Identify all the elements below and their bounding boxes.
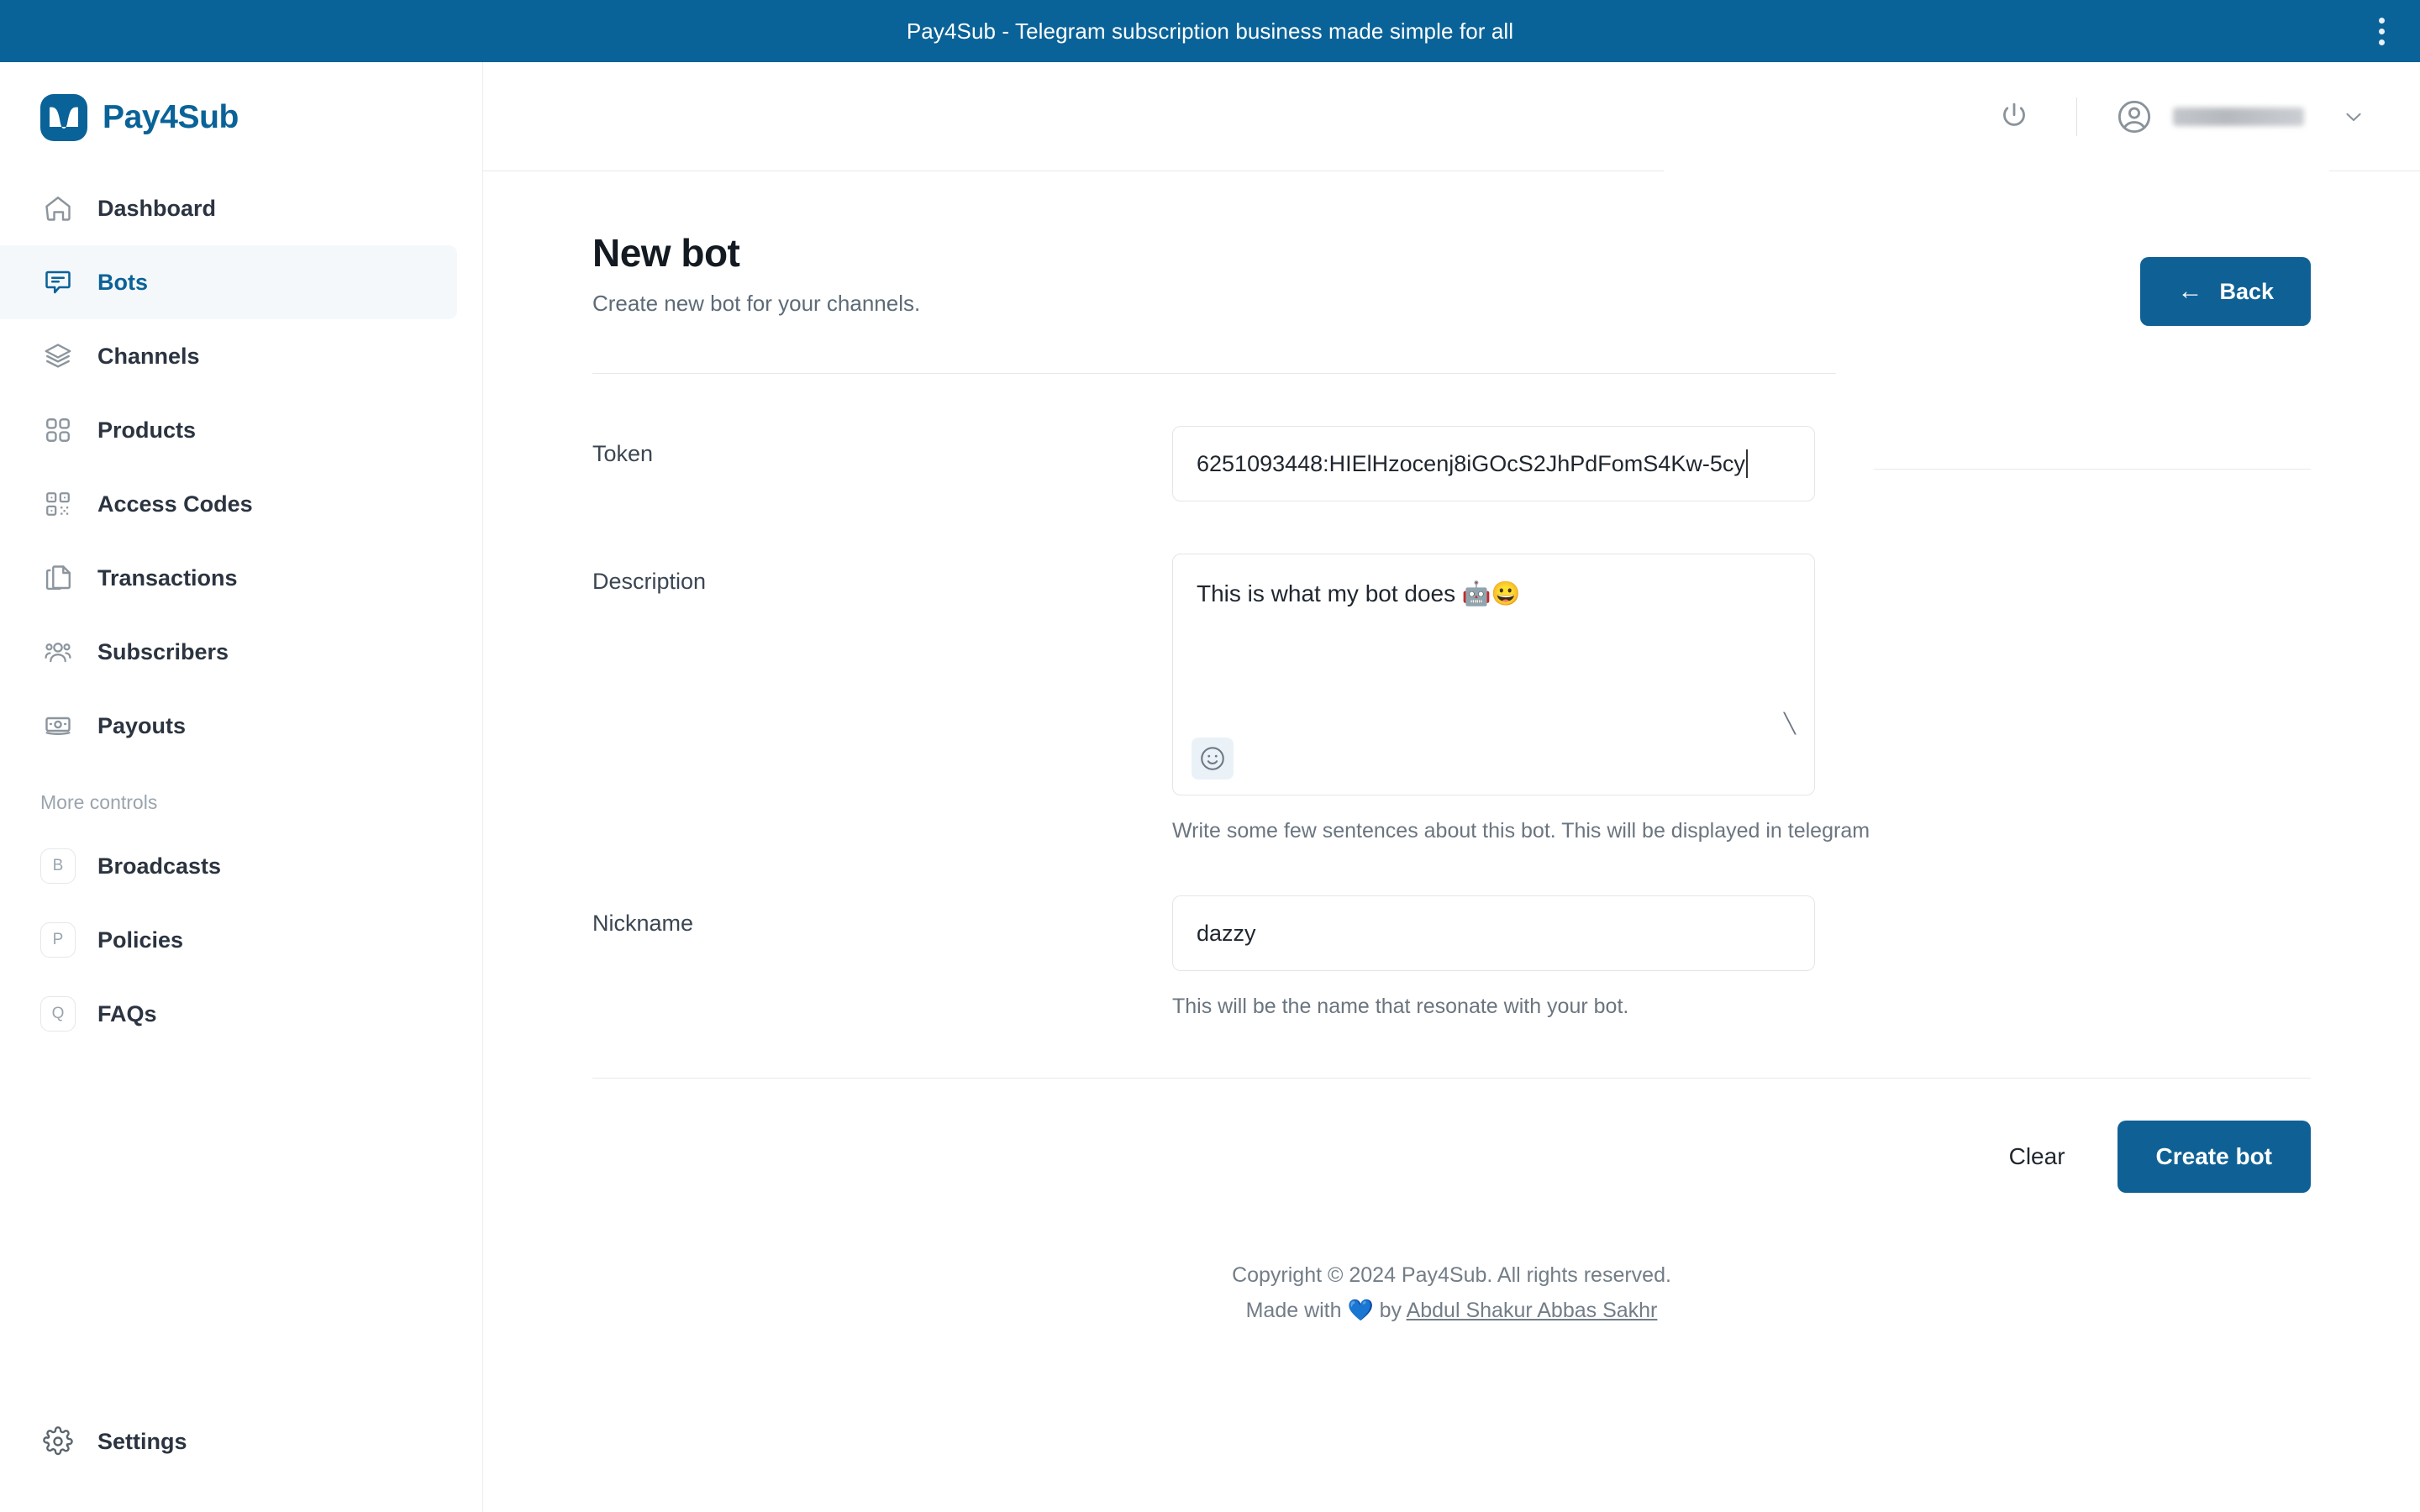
page-header: New bot Create new bot for your channels… <box>483 171 2420 326</box>
vertical-dots-icon[interactable] <box>2365 13 2398 50</box>
power-icon[interactable] <box>1987 90 2041 144</box>
broadcast-badge-icon: B <box>40 848 76 884</box>
nickname-label: Nickname <box>592 911 694 936</box>
sidebar-item-policies[interactable]: P Policies <box>0 903 457 977</box>
sidebar-item-bots[interactable]: Bots <box>0 245 457 319</box>
sidebar-item-settings[interactable]: Settings <box>0 1404 457 1478</box>
heart-icon: 💙 <box>1347 1299 1374 1322</box>
chevron-down-icon <box>2338 101 2370 133</box>
footer-copyright: Copyright © 2024 Pay4Sub. All rights res… <box>1232 1263 1671 1287</box>
banknote-icon <box>40 708 76 743</box>
main-content: New bot Create new bot for your channels… <box>483 171 2420 1512</box>
sidebar-item-subscribers[interactable]: Subscribers <box>0 615 457 689</box>
policies-badge-icon: P <box>40 922 76 958</box>
footer-made-with-prefix: Made with <box>1245 1299 1342 1322</box>
sidebar-item-broadcasts[interactable]: B Broadcasts <box>0 829 457 903</box>
brand-name: Pay4Sub <box>103 99 239 135</box>
sidebar-section-title: More controls <box>40 791 158 813</box>
pay4sub-logo-icon <box>40 94 87 141</box>
description-label: Description <box>592 569 707 594</box>
token-input[interactable]: 6251093448:HIElHzocenj8iGOcS2JhPdFomS4Kw… <box>1172 426 1815 501</box>
sidebar-item-access-codes[interactable]: Access Codes <box>0 467 457 541</box>
badge-letter: B <box>40 848 76 884</box>
grid-squares-icon <box>40 412 76 448</box>
field-nickname: Nickname This will be the name that reso… <box>592 843 2311 1019</box>
sidebar-bottom: Settings <box>0 1404 482 1478</box>
footer-by-word: by <box>1379 1299 1402 1322</box>
clear-button[interactable]: Clear <box>1979 1127 2096 1186</box>
field-token: Token 6251093448:HIElHzocenj8iGOcS2JhPdF… <box>592 374 2311 501</box>
field-description: Description This is what my bot does 🤖😀 … <box>592 501 2311 843</box>
nickname-input[interactable] <box>1172 895 1815 971</box>
browser-top-banner: Pay4Sub - Telegram subscription business… <box>0 0 2420 62</box>
sidebar-item-label: Policies <box>97 927 184 953</box>
header-divider <box>2076 97 2077 136</box>
text-caret <box>1745 449 1748 478</box>
page-title: New bot <box>592 231 740 275</box>
back-button[interactable]: ← Back <box>2140 257 2311 326</box>
badge-letter: Q <box>40 996 76 1032</box>
documents-icon <box>40 560 76 596</box>
sidebar-item-payouts[interactable]: Payouts <box>0 689 457 763</box>
sidebar-nav: Dashboard Bots Channels Products Access … <box>0 171 482 1051</box>
nickname-help-text: This will be the name that resonate with… <box>1172 995 1629 1018</box>
description-textarea[interactable]: This is what my bot does 🤖😀 ╲ <box>1172 554 1815 795</box>
footer-credit: Made with 💙 by Abdul Shakur Abbas Sakhr <box>483 1299 2420 1323</box>
description-value: This is what my bot does 🤖😀 <box>1197 580 1521 606</box>
token-control: 6251093448:HIElHzocenj8iGOcS2JhPdFomS4Kw… <box>1172 426 1815 501</box>
create-bot-button[interactable]: Create bot <box>2117 1121 2311 1193</box>
nickname-control: This will be the name that resonate with… <box>1172 895 1815 1019</box>
page-subtitle: Create new bot for your channels. <box>592 291 921 316</box>
sidebar-item-dashboard[interactable]: Dashboard <box>0 171 457 245</box>
new-bot-form: Token 6251093448:HIElHzocenj8iGOcS2JhPdF… <box>483 374 2420 1019</box>
footer: Copyright © 2024 Pay4Sub. All rights res… <box>483 1263 2420 1323</box>
home-icon <box>40 191 76 226</box>
chat-bubble-icon <box>40 265 76 300</box>
sidebar-item-transactions[interactable]: Transactions <box>0 541 457 615</box>
badge-letter: P <box>40 922 76 958</box>
smiley-face-icon[interactable] <box>1192 738 1234 780</box>
token-value: 6251093448:HIElHzocenj8iGOcS2JhPdFomS4Kw… <box>1197 450 1745 476</box>
description-help-text: Write some few sentences about this bot.… <box>1172 819 1870 843</box>
form-actions: Clear Create bot <box>483 1079 2420 1193</box>
back-button-label: Back <box>2219 278 2274 304</box>
author-link[interactable]: Abdul Shakur Abbas Sakhr <box>1407 1299 1658 1322</box>
resize-handle-icon[interactable]: ╲ <box>1784 714 1802 733</box>
header-actions <box>1987 62 2370 171</box>
layers-icon <box>40 339 76 374</box>
description-control: This is what my bot does 🤖😀 ╲ Write some… <box>1172 554 1870 843</box>
sidebar-item-faqs[interactable]: Q FAQs <box>0 977 457 1051</box>
token-label: Token <box>592 441 654 466</box>
sidebar-item-label: Settings <box>97 1428 187 1454</box>
sidebar-item-label: Subscribers <box>97 638 229 664</box>
qr-code-icon <box>40 486 76 522</box>
sidebar-item-products[interactable]: Products <box>0 393 457 467</box>
sidebar-item-label: Transactions <box>97 564 238 591</box>
sidebar-item-label: Broadcasts <box>97 853 222 879</box>
sidebar-item-channels[interactable]: Channels <box>0 319 457 393</box>
username-redacted <box>2173 108 2304 126</box>
sidebar-item-label: Channels <box>97 343 200 369</box>
sidebar-item-label: Products <box>97 417 197 443</box>
sidebar-item-label: Dashboard <box>97 195 217 221</box>
sidebar-item-label: Payouts <box>97 712 187 738</box>
sidebar: Pay4Sub Dashboard Bots Channels Products… <box>0 62 483 1512</box>
faqs-badge-icon: Q <box>40 996 76 1032</box>
user-menu[interactable] <box>2112 95 2370 139</box>
sidebar-item-label: FAQs <box>97 1000 157 1026</box>
app-header <box>483 62 2420 171</box>
brand-logo[interactable]: Pay4Sub <box>0 62 482 141</box>
users-group-icon <box>40 634 76 669</box>
sidebar-item-label: Bots <box>97 269 148 295</box>
gear-icon <box>40 1424 76 1459</box>
page-title-block: New bot Create new bot for your channels… <box>592 230 920 317</box>
arrow-left-icon: ← <box>2177 277 2203 305</box>
top-banner-title: Pay4Sub - Telegram subscription business… <box>906 18 1514 44</box>
sidebar-item-label: Access Codes <box>97 491 253 517</box>
user-circle-icon <box>2112 95 2156 139</box>
